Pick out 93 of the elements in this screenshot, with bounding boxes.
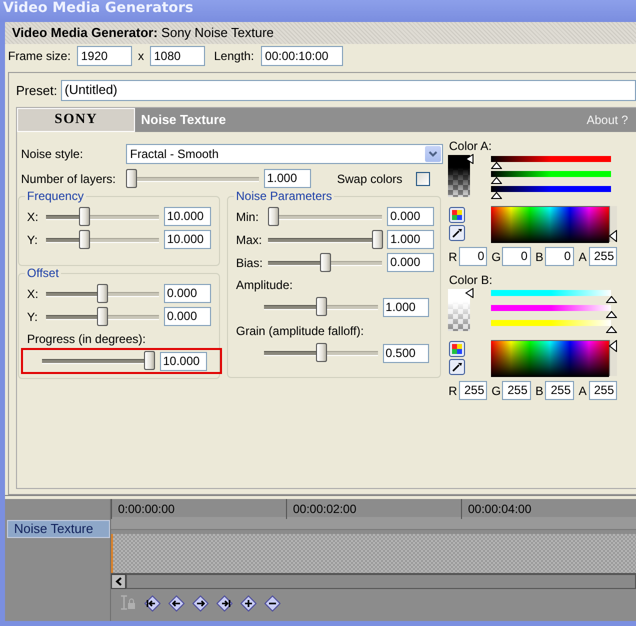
field-label: x [138,49,144,63]
field-label: Preset: [16,82,58,98]
number-field[interactable]: 10.000 [160,352,207,370]
channel-slider-thumb[interactable] [606,311,617,318]
time-label: 00:00:04:00 [461,499,636,519]
group-title: Frequency [25,189,86,203]
channel-label: B [534,384,544,398]
channel-slider-thumb[interactable] [606,296,617,303]
number-field[interactable]: 255 [588,247,617,266]
channel-label: R [448,384,458,398]
number-field[interactable]: 0.500 [382,344,429,362]
field-label: Number of layers: [21,172,117,186]
group-title: Noise Parameters [234,189,334,203]
channel-label: G [491,250,502,264]
channel-label: A [578,384,588,398]
color-spectrum[interactable] [491,206,609,243]
channel-slider-thumb[interactable] [491,162,502,169]
field-label: X: [27,286,40,300]
number-field[interactable]: 0 [545,247,574,266]
field-label: Amplitude: [236,278,294,294]
color-palette-icon[interactable] [449,341,465,357]
channel-slider-thumb[interactable] [606,326,617,333]
width-field[interactable]: 1920 [77,46,132,66]
color-spectrum[interactable] [491,340,609,377]
slider-thumb[interactable] [316,343,327,362]
slider-thumb[interactable] [316,297,327,316]
eyedropper-icon[interactable] [449,225,465,241]
height-field[interactable]: 1080 [150,46,205,66]
plugin-name: Noise Texture [140,111,228,129]
number-field[interactable]: 0 [458,247,488,266]
field-label: Min: [236,210,260,224]
slider-thumb[interactable] [78,230,90,248]
slider-thumb[interactable] [78,206,90,226]
channel-label: B [534,250,544,264]
swap-colors-checkbox[interactable] [416,172,430,186]
number-field[interactable]: 10.000 [164,230,211,249]
last-keyframe-icon[interactable] [216,594,233,612]
channel-label: G [491,384,502,398]
field-label: Y: [27,232,39,246]
slider-thumb[interactable] [268,206,279,226]
number-field[interactable]: 0 [502,247,530,266]
preset-field[interactable]: (Untitled) [60,80,636,100]
generator-title: Video Media Generator: Sony Noise Texture [5,22,636,44]
checkbox-label: Swap colors [337,172,402,186]
field-label: Max: [236,232,264,246]
number-field[interactable]: 0.000 [164,284,211,303]
track-name[interactable]: Noise Texture [7,520,110,538]
field-label: Length: [214,49,254,63]
remove-keyframe-icon[interactable] [264,594,281,612]
slider-thumb[interactable] [126,168,137,188]
group-title: Offset [25,266,61,280]
number-field[interactable]: 255 [588,381,617,400]
field-label: Grain (amplitude falloff): [236,324,365,340]
color-palette-icon[interactable] [449,207,465,223]
time-label: 00:00:02:00 [286,499,461,519]
dropdown-button[interactable] [425,146,441,162]
previous-keyframe-icon[interactable] [168,594,185,612]
length-field[interactable]: 00:00:10:00 [261,46,344,66]
channel-slider-thumb[interactable] [491,177,502,184]
number-field[interactable]: 255 [458,381,488,400]
number-field[interactable]: 255 [502,381,530,400]
color-label: Color B: [449,273,494,287]
number-field[interactable]: 0.000 [164,307,211,326]
add-keyframe-icon[interactable] [240,594,257,612]
eyedropper-icon[interactable] [449,359,465,375]
scroll-left-button[interactable] [111,574,126,589]
field-label: X: [27,210,40,224]
number-field[interactable]: 1.000 [387,230,434,249]
first-keyframe-icon[interactable] [144,594,161,612]
time-label: 0:00:00:00 [111,499,286,519]
slider-thumb[interactable] [372,230,383,248]
number-field[interactable]: 1.000 [382,298,429,316]
number-field[interactable]: 0.000 [387,253,434,272]
number-field[interactable]: 255 [545,381,574,400]
field-label: Bias: [236,256,264,270]
slider-thumb[interactable] [320,252,331,272]
channel-label: R [448,250,458,264]
slider-thumb[interactable] [144,351,155,370]
field-label: Progress (in degrees): [27,332,147,348]
color-label: Color A: [449,139,493,153]
slider-thumb[interactable] [97,284,108,302]
channel-slider-thumb[interactable] [491,192,502,199]
next-keyframe-icon[interactable] [192,594,209,612]
logo: SONY [17,108,135,132]
number-field[interactable]: 10.000 [164,207,211,226]
number-field[interactable]: 1.000 [264,169,311,188]
slider-thumb[interactable] [97,306,108,326]
field-label: Noise style: [21,146,84,160]
number-field[interactable]: 0.000 [387,207,434,226]
channel-label: A [578,250,588,264]
field-label: Y: [27,310,39,324]
noise-style-dropdown[interactable]: Fractal - Smooth [126,144,443,164]
field-label: Frame size: [8,49,72,63]
